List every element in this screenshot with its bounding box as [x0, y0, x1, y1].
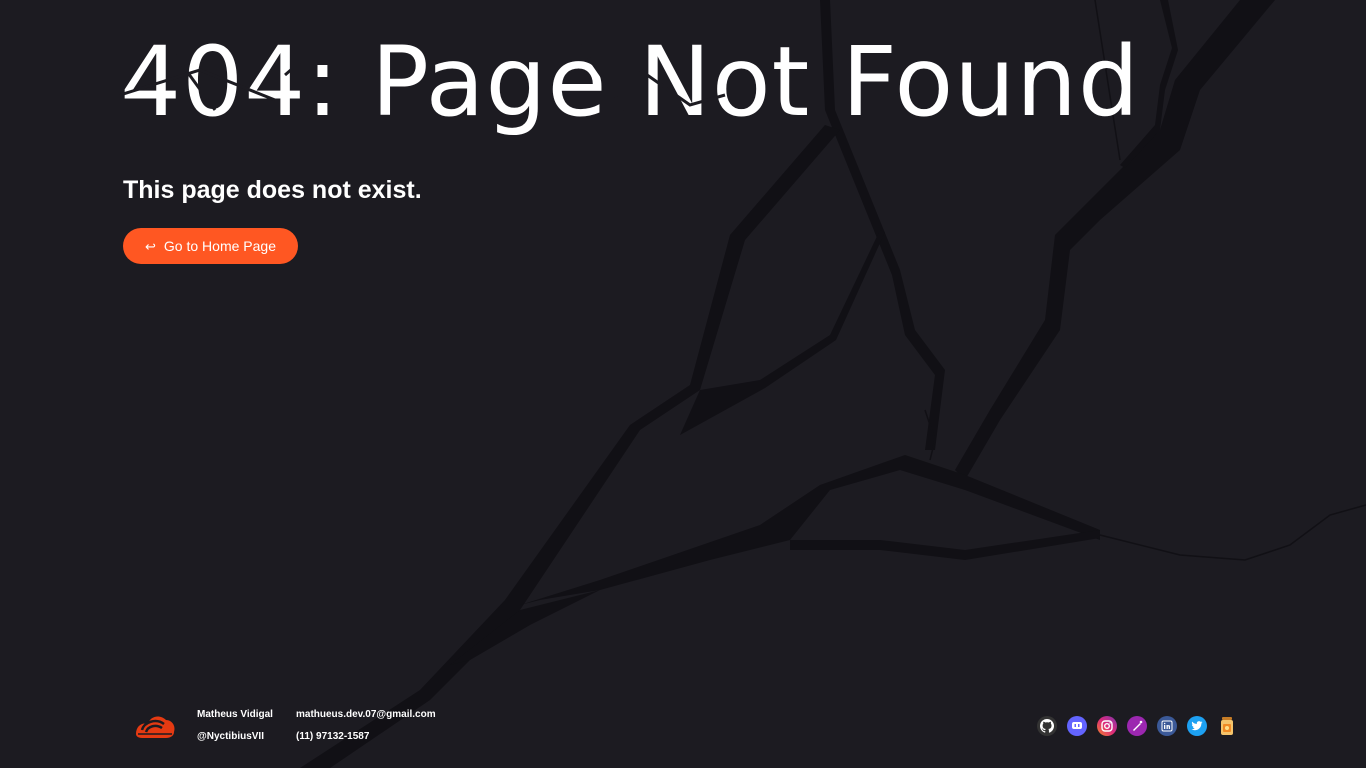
not-found-page: 404: Page Not Found This page does not e…	[0, 0, 1366, 768]
author-name: Matheus Vidigal	[197, 709, 273, 720]
footer: Matheus Vidigal @NyctibiusVII mathueus.d…	[0, 700, 1366, 768]
instagram-icon[interactable]	[1097, 716, 1117, 736]
github-icon[interactable]	[1037, 716, 1057, 736]
social-links	[1037, 716, 1237, 736]
author-handle-link[interactable]: @NyctibiusVII	[197, 731, 264, 742]
go-home-button[interactable]: ↩ Go to Home Page	[123, 228, 298, 264]
error-message: This page does not exist.	[123, 176, 422, 204]
email-link[interactable]: mathueus.dev.07@gmail.com	[296, 709, 436, 720]
go-home-label: Go to Home Page	[163, 238, 276, 254]
linkedin-icon[interactable]	[1157, 716, 1177, 736]
phone-link[interactable]: (11) 97132-1587	[296, 731, 369, 742]
return-arrow-icon: ↩	[145, 238, 156, 254]
page-title: 404: Page Not Found	[120, 26, 1140, 138]
mastodon-icon[interactable]	[1067, 716, 1087, 736]
jar-icon[interactable]	[1217, 716, 1237, 736]
twitter-icon[interactable]	[1187, 716, 1207, 736]
pen-tool-icon[interactable]	[1127, 716, 1147, 736]
brand-logo-icon[interactable]	[134, 708, 176, 740]
